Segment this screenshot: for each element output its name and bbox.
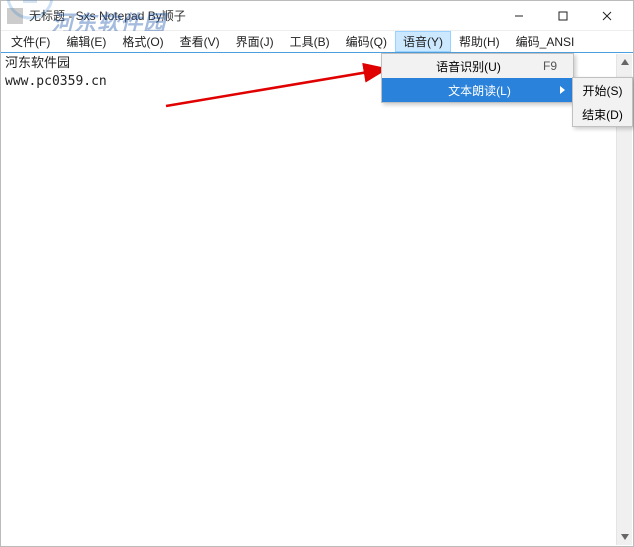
dropdown-item-shortcut: F9 <box>543 59 565 73</box>
submenu-item-label: 结束(D) <box>582 106 623 123</box>
scroll-down-button[interactable] <box>617 529 632 545</box>
dropdown-item-text-read[interactable]: 文本朗读(L) <box>382 78 573 102</box>
submenu-item-end[interactable]: 结束(D) <box>573 102 632 126</box>
chevron-right-icon <box>560 86 565 94</box>
dropdown-item-label: 文本朗读(L) <box>412 82 565 99</box>
scroll-up-button[interactable] <box>617 54 632 70</box>
vertical-scrollbar[interactable] <box>616 54 632 545</box>
window-title: 无标题 - Sxs Notepad By顺子 <box>29 7 497 24</box>
app-icon <box>7 8 23 24</box>
menu-encoding[interactable]: 编码(Q) <box>338 31 395 52</box>
maximize-button[interactable] <box>541 2 585 30</box>
titlebar: 无标题 - Sxs Notepad By顺子 <box>1 1 633 31</box>
editor-area[interactable]: 河东软件园 www.pc0359.cn <box>1 53 633 546</box>
text-read-submenu: 开始(S) 结束(D) <box>572 77 633 127</box>
menubar: 文件(F) 编辑(E) 格式(O) 查看(V) 界面(J) 工具(B) 编码(Q… <box>1 31 633 53</box>
menu-format[interactable]: 格式(O) <box>114 31 171 52</box>
close-button[interactable] <box>585 2 629 30</box>
minimize-button[interactable] <box>497 2 541 30</box>
dropdown-item-voice-recognition[interactable]: 语音识别(U) F9 <box>382 54 573 78</box>
dropdown-item-label: 语音识别(U) <box>412 58 543 75</box>
menu-view[interactable]: 查看(V) <box>172 31 228 52</box>
window-controls <box>497 2 629 30</box>
menu-edit[interactable]: 编辑(E) <box>58 31 114 52</box>
menu-tools[interactable]: 工具(B) <box>282 31 338 52</box>
menu-help[interactable]: 帮助(H) <box>451 31 508 52</box>
scroll-track[interactable] <box>617 70 632 529</box>
voice-dropdown: 语音识别(U) F9 文本朗读(L) <box>381 53 574 103</box>
menu-voice[interactable]: 语音(Y) <box>395 31 451 52</box>
submenu-item-label: 开始(S) <box>583 82 623 99</box>
menu-file[interactable]: 文件(F) <box>3 31 58 52</box>
menu-interface[interactable]: 界面(J) <box>228 31 282 52</box>
submenu-item-start[interactable]: 开始(S) <box>573 78 632 102</box>
menu-encoding-ansi[interactable]: 编码_ANSI <box>508 31 583 52</box>
